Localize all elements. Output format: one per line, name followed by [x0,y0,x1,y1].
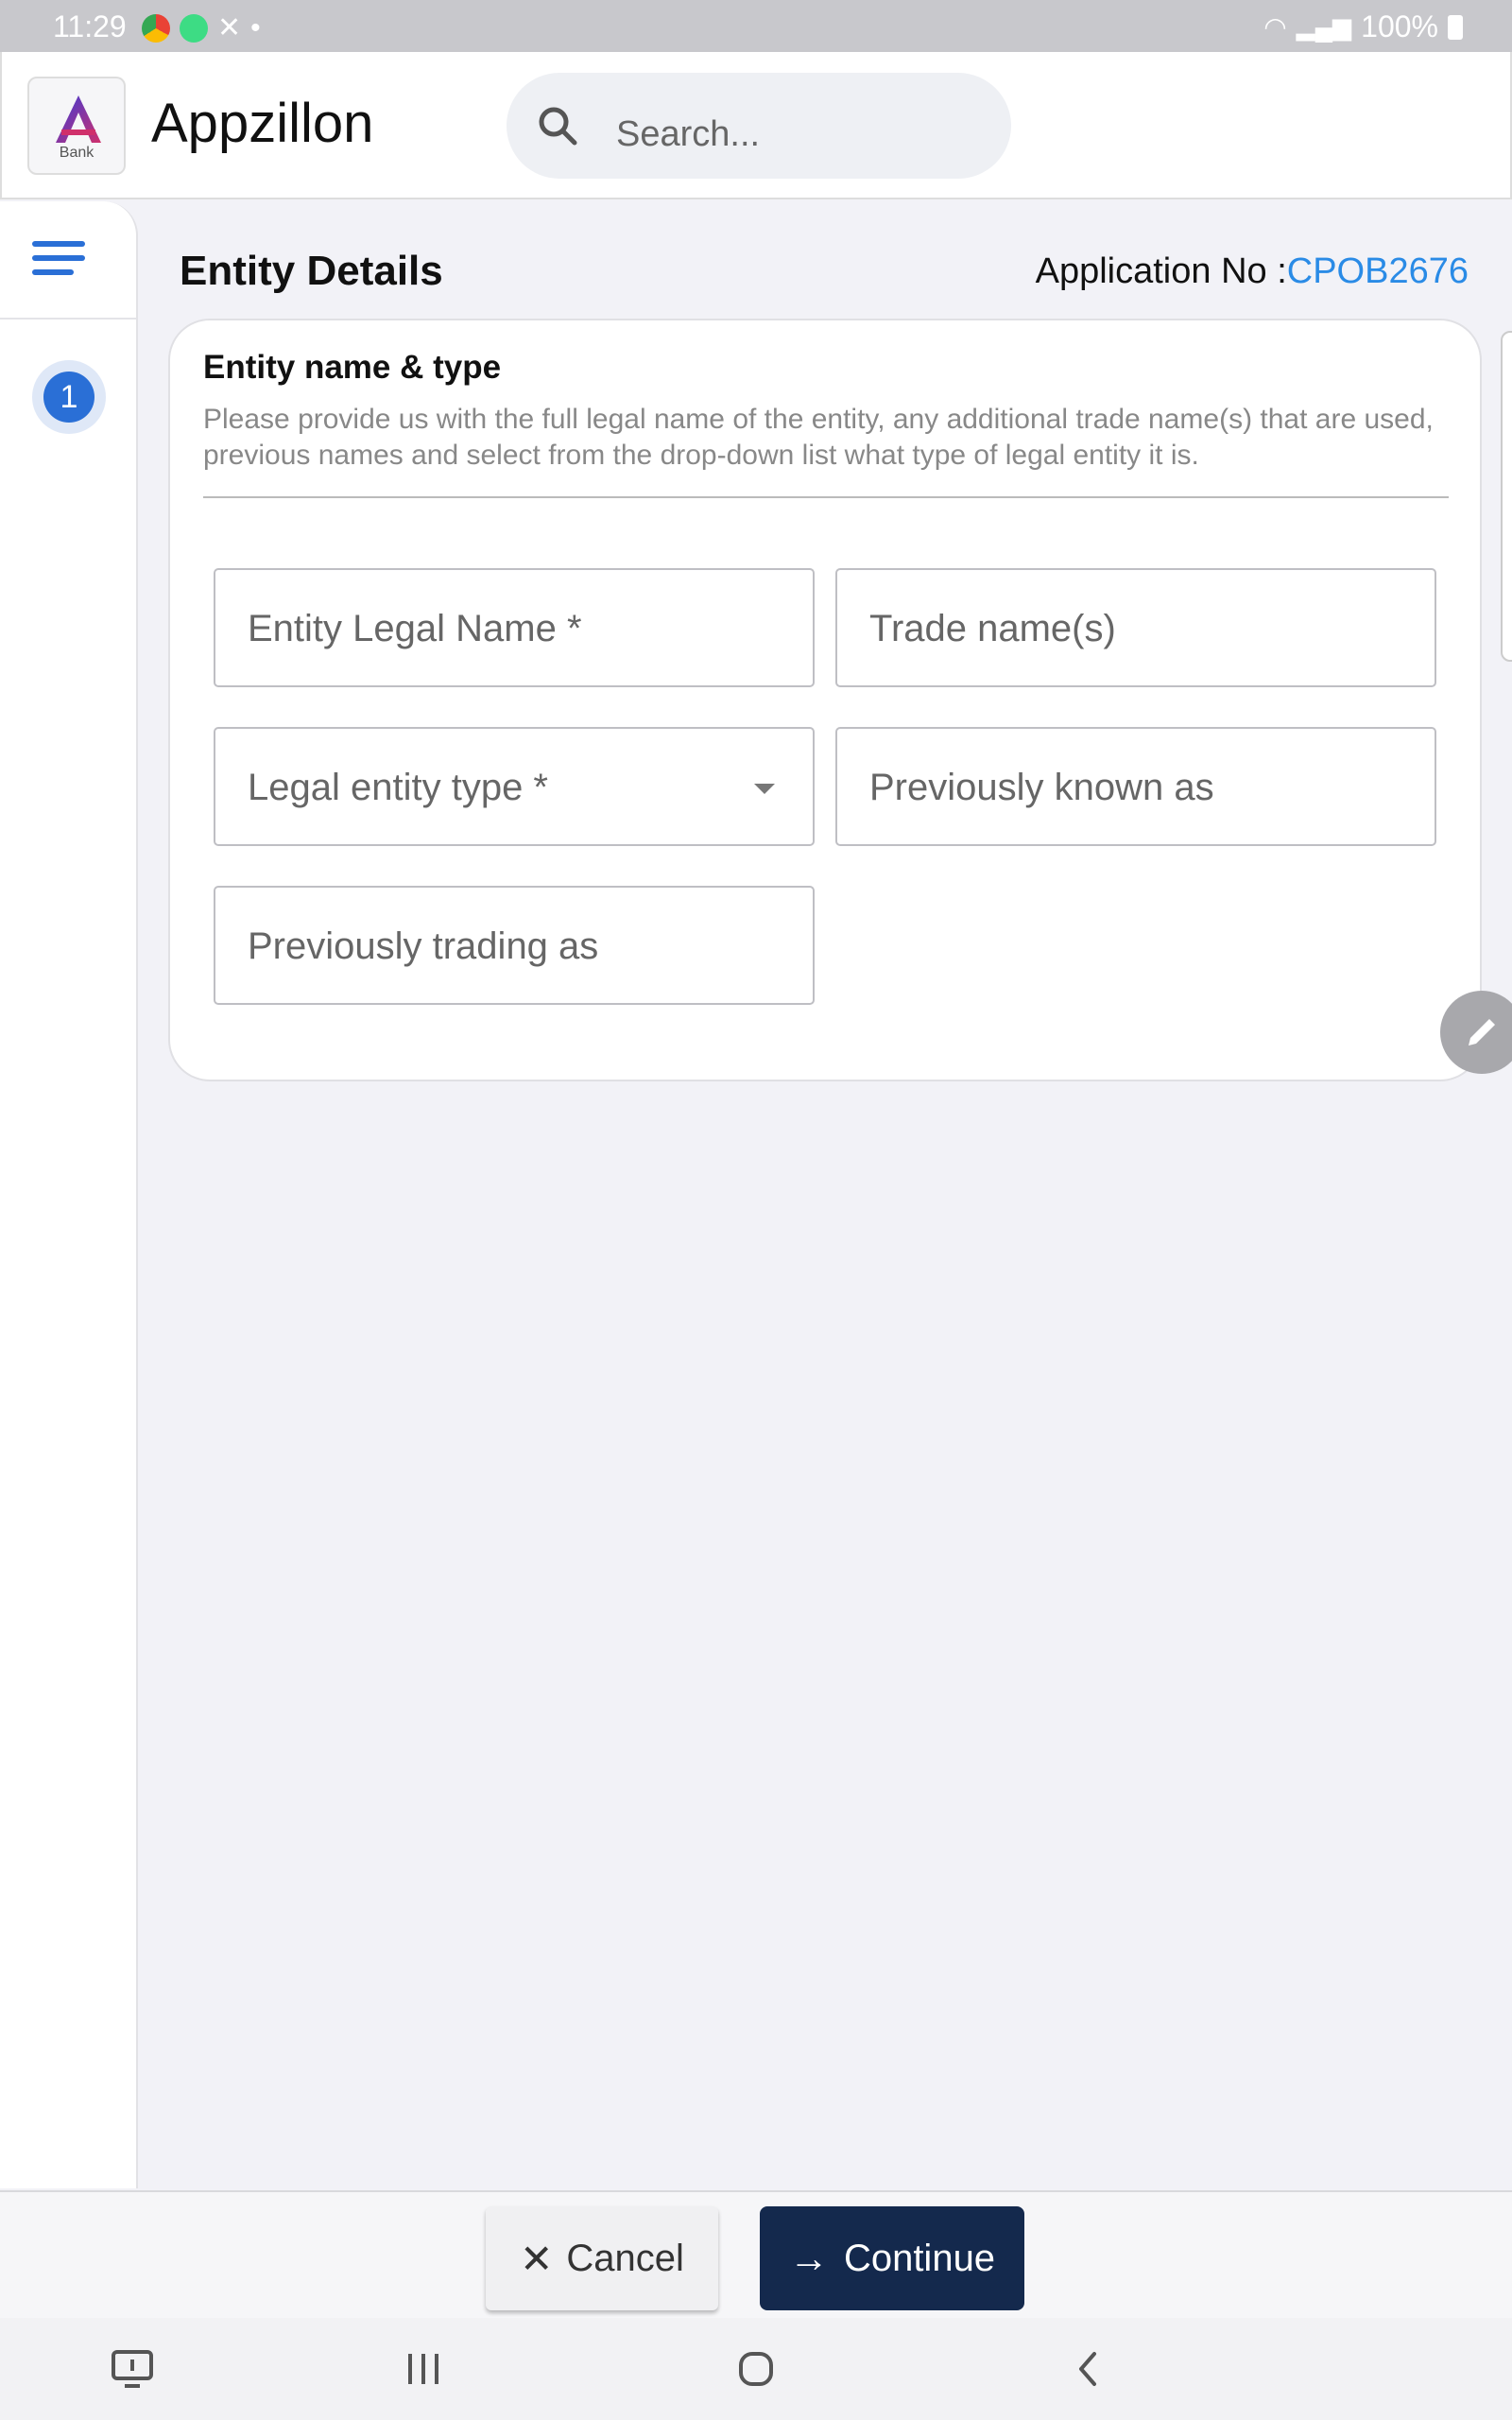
notification-icons: ✕ • [142,11,261,44]
card-description: Please provide us with the full legal na… [203,404,1434,471]
step-number: 1 [43,372,94,423]
search-bar[interactable] [507,73,1011,179]
pencil-icon [1469,1019,1495,1046]
side-rail: 1 [0,201,138,2188]
continue-label: Continue [843,2237,996,2279]
previously-known-as-field[interactable]: Previously known as [835,727,1436,846]
menu-icon[interactable] [32,241,91,288]
android-notification-icon [180,13,208,43]
previously-trading-as-field[interactable]: Previously trading as [214,886,815,1005]
back-icon[interactable] [1066,2346,1111,2392]
app-logo[interactable]: Bank [27,77,126,175]
card-title: Entity name & type [203,349,502,386]
continue-button[interactable]: → Continue [760,2206,1024,2310]
card-divider [203,496,1449,498]
search-input[interactable] [616,111,975,158]
application-number-label: Application No : [1035,251,1287,291]
tools-notification-icon: ✕ [217,12,242,43]
logo-caption: Bank [59,145,94,161]
entity-legal-name-label: Entity Legal Name * [248,608,582,649]
cancel-button[interactable]: ✕ Cancel [486,2206,718,2310]
application-number: Application No :CPOB2676 [1036,251,1469,292]
entity-legal-name-field[interactable]: Entity Legal Name * [214,568,815,687]
battery-percent: 100% [1361,9,1438,43]
trade-names-field[interactable]: Trade name(s) [835,568,1436,687]
home-icon[interactable] [733,2346,779,2392]
screen-cast-icon[interactable] [110,2346,155,2392]
entity-form-card: Entity name & type Please provide us wit… [168,319,1482,1081]
battery-icon [1448,14,1463,40]
cancel-label: Cancel [566,2237,684,2279]
more-notifications-dot-icon: • [250,11,261,43]
app-name: Appzillon [151,93,374,154]
app-header: Bank Appzillon [0,52,1512,199]
recent-apps-icon[interactable] [401,2346,446,2392]
search-icon [539,107,577,146]
trade-names-label: Trade name(s) [869,608,1116,649]
logo-a-icon [56,95,101,143]
application-number-value: CPOB2676 [1286,251,1469,291]
system-nav-bar [0,2318,1512,2420]
wifi-icon: ◠ [1263,12,1287,42]
arrow-right-icon: → [788,2236,829,2280]
status-right: ◠ ▂▄▆ 100% [1263,9,1463,44]
chrome-notification-icon [142,13,170,43]
previously-known-as-label: Previously known as [869,767,1214,808]
action-bar: ✕ Cancel → Continue [0,2190,1512,2318]
signal-icon: ▂▄▆ [1296,12,1352,41]
previously-trading-as-label: Previously trading as [248,925,599,967]
close-icon: ✕ [520,2236,554,2281]
legal-entity-type-select[interactable]: Legal entity type * [214,727,815,846]
dropdown-caret-icon [754,784,775,794]
legal-entity-type-label: Legal entity type * [248,767,548,808]
step-indicator[interactable]: 1 [32,360,106,434]
status-time: 11:29 [53,9,127,43]
page-title: Entity Details [180,248,443,294]
side-panel-tab[interactable] [1501,331,1512,662]
rail-divider [0,318,136,320]
status-bar: 11:29 ✕ • ◠ ▂▄▆ 100% [0,0,1512,52]
